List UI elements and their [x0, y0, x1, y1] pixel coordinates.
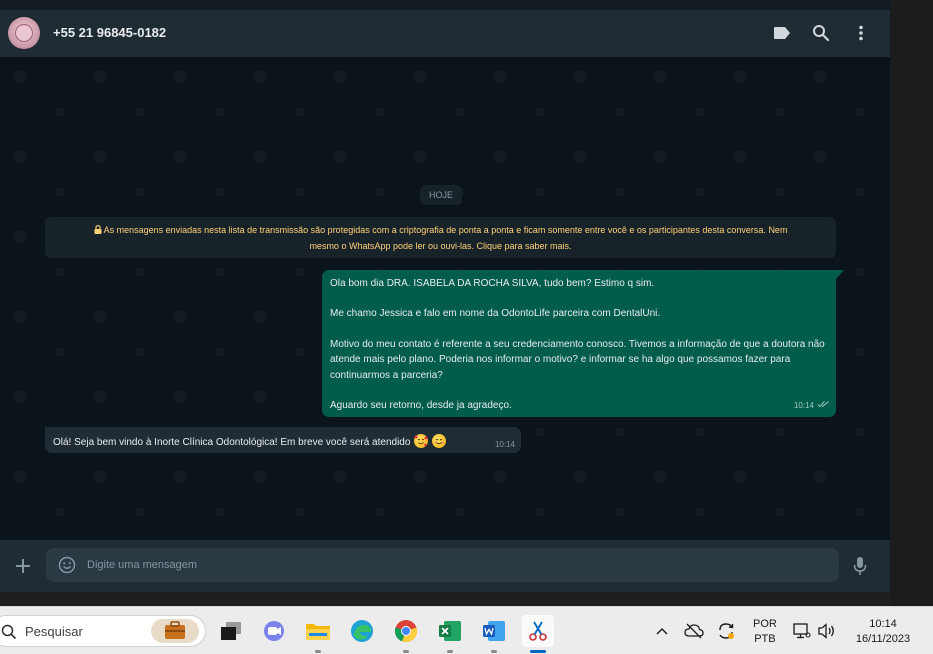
encryption-notice-line1: As mensagens enviadas nesta lista de tra… [103, 225, 788, 235]
running-indicator [315, 650, 321, 653]
contact-avatar[interactable] [8, 17, 40, 49]
chat-header: +55 21 96845-0182 [0, 10, 890, 57]
running-indicator [403, 650, 409, 653]
message-input[interactable]: Digite uma mensagem [46, 548, 839, 582]
briefcase-icon[interactable] [151, 619, 199, 643]
message-paragraph: Motivo do meu contato é referente a seu … [330, 338, 825, 381]
running-indicator [491, 650, 497, 653]
contact-name[interactable]: +55 21 96845-0182 [53, 25, 166, 40]
active-indicator [530, 650, 546, 653]
message-paragraph: Ola bom dia DRA. ISABELA DA ROCHA SILVA,… [330, 278, 655, 289]
search-icon [1, 624, 17, 645]
microphone-icon[interactable] [853, 556, 867, 581]
incoming-message[interactable]: Olá! Seja bem vindo à Inorte Clínica Odo… [45, 427, 521, 453]
network-icon[interactable] [792, 621, 812, 641]
message-composer: Digite uma mensagem [0, 540, 890, 592]
attach-plus-icon[interactable] [14, 557, 32, 580]
excel-icon[interactable] [434, 615, 466, 647]
word-icon[interactable] [478, 615, 510, 647]
outgoing-message[interactable]: Ola bom dia DRA. ISABELA DA ROCHA SILVA,… [322, 270, 836, 417]
whatsapp-window: +55 21 96845-0182 HOJE As mensagens envi… [0, 10, 890, 592]
emoji-icon[interactable] [58, 556, 76, 579]
sync-icon[interactable] [716, 621, 736, 641]
read-ticks-icon [817, 398, 830, 413]
clock-date: 16/11/2023 [855, 633, 911, 645]
encryption-notice-line2: mesmo o WhatsApp pode ler ou ouvi-las. C… [309, 241, 572, 251]
clock-time: 10:14 [869, 618, 897, 630]
incoming-message-text: Olá! Seja bem vindo à Inorte Clínica Odo… [53, 437, 411, 448]
message-input-placeholder: Digite uma mensagem [87, 559, 198, 571]
date-divider: HOJE [420, 185, 463, 205]
desktop-background [890, 0, 933, 606]
teams-icon[interactable] [258, 615, 290, 647]
outgoing-bubble-tail [836, 270, 844, 279]
menu-icon[interactable] [851, 23, 871, 43]
message-time: 10:14 [793, 400, 814, 410]
chevron-up-icon[interactable] [652, 621, 672, 641]
input-language-indicator[interactable]: POR PTB [753, 617, 777, 647]
taskbar-search-placeholder: Pesquisar [25, 624, 83, 639]
chat-messages-area[interactable]: HOJE As mensagens enviadas nesta lista d… [0, 57, 890, 540]
avatar-logo [15, 24, 33, 42]
chrome-icon[interactable] [390, 615, 422, 647]
window-top-strip [0, 0, 933, 10]
edge-icon[interactable] [346, 615, 378, 647]
label-icon[interactable] [772, 23, 792, 43]
file-explorer-icon[interactable] [302, 615, 334, 647]
message-paragraph: Me chamo Jessica e falo em nome da Odont… [330, 308, 661, 320]
search-icon[interactable] [811, 23, 831, 43]
windows-taskbar: Pesquisar POR PTB 10:14 16/11/2023 [0, 606, 933, 654]
running-indicator [447, 650, 453, 653]
snipping-tool-icon[interactable] [522, 615, 554, 647]
message-time: 10:14 [494, 440, 515, 449]
smiling-face-with-hearts-icon [414, 434, 429, 448]
language-line2: PTB [754, 633, 776, 645]
encryption-notice[interactable]: As mensagens enviadas nesta lista de tra… [45, 217, 836, 258]
smiling-face-icon [431, 434, 446, 448]
message-paragraph: Aguardo seu retorno, desde ja agradeço. [330, 400, 512, 412]
volume-icon[interactable] [817, 621, 837, 641]
taskbar-search-box[interactable]: Pesquisar [0, 615, 206, 647]
cloud-offline-icon[interactable] [684, 621, 704, 641]
language-line1: POR [753, 618, 777, 630]
lock-icon [94, 225, 102, 235]
task-view-icon[interactable] [215, 615, 247, 647]
taskbar-clock[interactable]: 10:14 16/11/2023 [848, 617, 918, 647]
